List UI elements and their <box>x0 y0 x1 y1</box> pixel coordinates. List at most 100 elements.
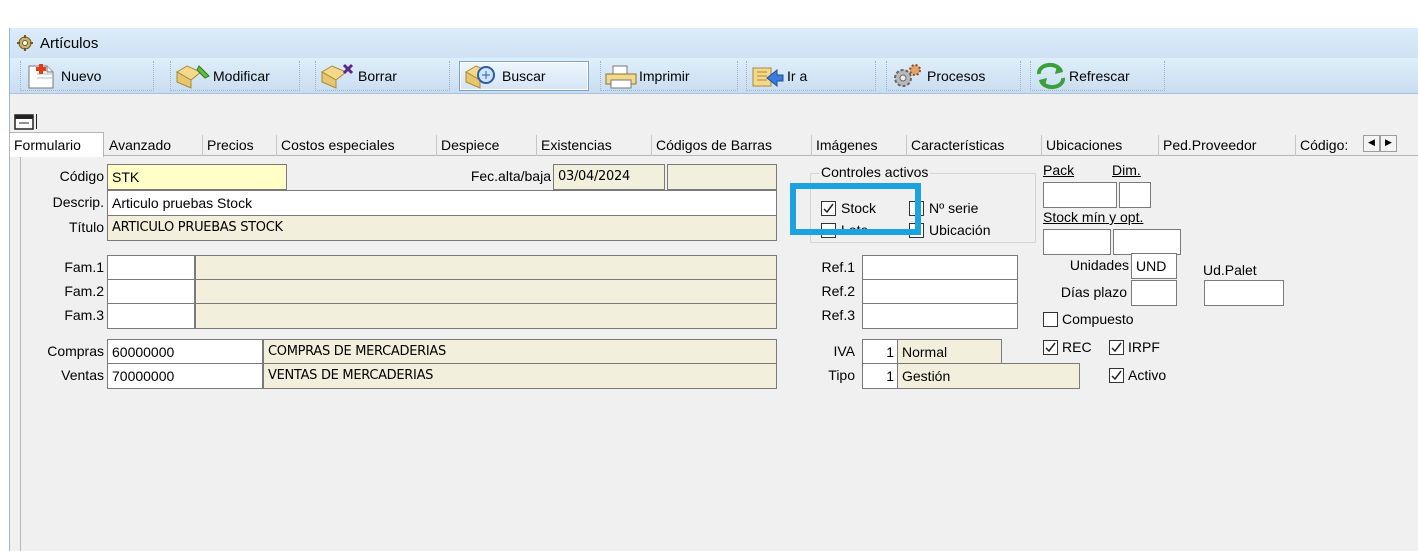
borrar-label: Borrar <box>358 67 397 84</box>
procesos-label: Procesos <box>927 67 986 84</box>
compras-desc-field[interactable]: COMPRAS DE MERCADERIAS <box>263 339 777 365</box>
ref2-field[interactable] <box>862 279 1018 305</box>
controles-activos-title: Controles activos <box>819 164 931 180</box>
tab-ped-proveedor[interactable]: Ped.Proveedor <box>1159 135 1296 156</box>
tab-costos-especiales[interactable]: Costos especiales <box>277 135 437 156</box>
ir-a-label: Ir a <box>787 67 808 84</box>
strip-separator <box>36 114 37 129</box>
activo-checkbox[interactable] <box>1109 368 1124 383</box>
edit-icon <box>176 64 210 89</box>
descrip-label: Descrip. <box>52 194 104 210</box>
ud-palet-label: Ud.Palet <box>1203 262 1257 278</box>
refrescar-label: Refrescar <box>1069 67 1130 84</box>
borrar-button[interactable]: Borrar <box>315 61 450 91</box>
ventas-code-field[interactable]: 70000000 <box>107 363 263 389</box>
titulo-label: Título <box>68 219 104 235</box>
fam3-label: Fam.3 <box>64 307 104 323</box>
rec-label: REC <box>1062 339 1092 355</box>
articulos-window: Artículos Nuevo Modificar Borrar Buscar … <box>9 28 1418 551</box>
fam3-desc-field[interactable] <box>195 303 777 329</box>
window-title: Artículos <box>40 34 99 52</box>
ud-palet-field[interactable] <box>1204 280 1284 306</box>
dim-label: Dim. <box>1112 162 1141 178</box>
window-layout-icon[interactable] <box>14 114 34 130</box>
descrip-field[interactable]: Articulo pruebas Stock <box>107 190 777 216</box>
tab-existencias[interactable]: Existencias <box>537 135 652 156</box>
unidades-field[interactable]: UND <box>1131 253 1177 279</box>
window-titlebar: Artículos <box>10 28 1418 58</box>
ref2-label: Ref.2 <box>821 283 855 299</box>
nserie-label: Nº serie <box>929 200 979 216</box>
tab-formulario[interactable]: Formulario <box>9 132 104 157</box>
fam2-label: Fam.2 <box>64 283 104 299</box>
dias-plazo-label: Días plazo <box>1060 284 1127 300</box>
ref1-field[interactable] <box>862 255 1018 281</box>
printer-icon <box>605 65 637 88</box>
secondary-strip <box>10 111 1418 133</box>
stock-highlight-box <box>790 183 921 235</box>
tab-scroll-right-button[interactable]: ▶ <box>1380 135 1397 152</box>
fam2-code-field[interactable] <box>107 279 195 305</box>
iva-label: IVA <box>833 343 855 359</box>
procesos-button[interactable]: Procesos <box>886 61 1021 91</box>
tab-codigo[interactable]: Código: <box>1296 135 1358 156</box>
codigo-field[interactable]: STK <box>107 164 287 190</box>
imprimir-label: Imprimir <box>639 67 690 84</box>
tab-despiece[interactable]: Despiece <box>437 135 537 156</box>
tipo-desc-field[interactable]: Gestión <box>897 363 1080 389</box>
check-icon <box>1111 342 1122 353</box>
compuesto-checkbox[interactable] <box>1043 312 1058 327</box>
tipo-num-field[interactable]: 1 <box>862 363 898 389</box>
ventas-desc-field[interactable]: VENTAS DE MERCADERIAS <box>263 363 777 389</box>
modificar-button[interactable]: Modificar <box>170 61 300 91</box>
tab-scroll-left-button[interactable]: ◀ <box>1363 135 1380 152</box>
dim-field[interactable] <box>1119 182 1151 208</box>
gears-icon <box>894 63 921 87</box>
new-doc-icon <box>28 63 54 88</box>
nuevo-button[interactable]: Nuevo <box>20 61 154 91</box>
imprimir-button[interactable]: Imprimir <box>600 61 738 91</box>
stock-min-opt-label: Stock mín y opt. <box>1043 209 1144 225</box>
fam1-code-field[interactable] <box>107 255 195 281</box>
tab-codigos-de-barras[interactable]: Códigos de Barras <box>652 135 812 156</box>
stock-opt-field[interactable] <box>1113 229 1181 255</box>
delete-icon <box>321 63 354 89</box>
rec-checkbox[interactable] <box>1043 340 1058 355</box>
fam3-code-field[interactable] <box>107 303 195 329</box>
titulo-field[interactable]: ARTICULO PRUEBAS STOCK <box>107 215 777 241</box>
fec-baja-field[interactable] <box>667 164 777 190</box>
dias-plazo-field[interactable] <box>1131 280 1177 306</box>
compras-code-field[interactable]: 60000000 <box>107 339 263 365</box>
buscar-button[interactable]: Buscar <box>459 61 589 91</box>
stock-min-field[interactable] <box>1043 229 1111 255</box>
tab-avanzado[interactable]: Avanzado <box>105 135 203 156</box>
compuesto-label: Compuesto <box>1062 311 1134 327</box>
search-icon <box>465 65 495 89</box>
irpf-checkbox[interactable] <box>1109 340 1124 355</box>
tab-ubicaciones[interactable]: Ubicaciones <box>1042 135 1159 156</box>
irpf-label: IRPF <box>1128 339 1160 355</box>
ubicacion-label: Ubicación <box>929 222 991 238</box>
ir-a-button[interactable]: Ir a <box>746 61 876 91</box>
fec-alta-field[interactable]: 03/04/2024 <box>553 164 665 190</box>
articulos-app-icon <box>17 35 33 51</box>
ref3-label: Ref.3 <box>821 307 855 323</box>
ref3-field[interactable] <box>862 303 1018 329</box>
tab-precios[interactable]: Precios <box>203 135 277 156</box>
check-icon <box>1045 342 1056 353</box>
goto-icon <box>752 67 784 87</box>
fam2-desc-field[interactable] <box>195 279 777 305</box>
refrescar-button[interactable]: Refrescar <box>1030 61 1165 91</box>
modificar-label: Modificar <box>213 67 270 84</box>
fam1-label: Fam.1 <box>64 259 104 275</box>
tipo-label: Tipo <box>828 367 855 383</box>
nuevo-label: Nuevo <box>61 67 102 84</box>
pack-field[interactable] <box>1043 182 1117 208</box>
iva-num-field[interactable]: 1 <box>862 339 898 365</box>
ref1-label: Ref.1 <box>821 259 855 275</box>
activo-label: Activo <box>1128 367 1167 383</box>
fam1-desc-field[interactable] <box>195 255 777 281</box>
iva-desc-field[interactable]: Normal <box>897 339 1002 365</box>
tab-imagenes[interactable]: Imágenes <box>812 135 907 156</box>
tab-caracteristicas[interactable]: Características <box>907 135 1042 156</box>
